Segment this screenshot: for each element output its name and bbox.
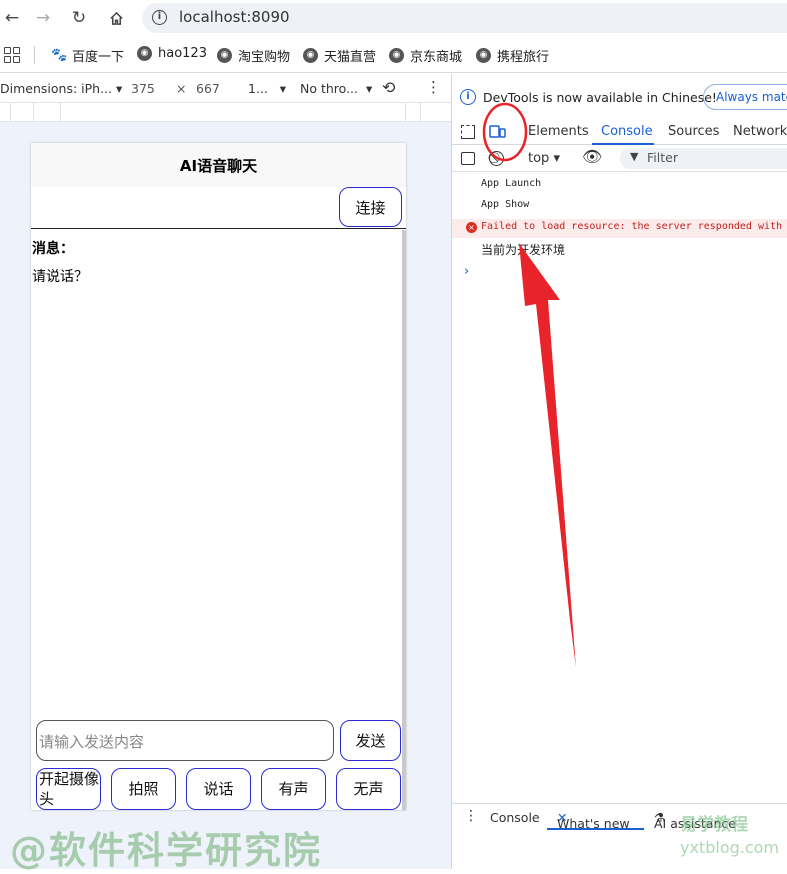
clear-console-icon[interactable]: ⃠ <box>489 151 504 166</box>
bookmark-jd[interactable]: ◉ 京东商城 <box>389 46 462 65</box>
watermark-right-url: yxtblog.com <box>680 838 780 857</box>
sound-on-button[interactable]: 有声 <box>261 768 326 810</box>
height-input[interactable]: 667 <box>196 81 220 96</box>
filter-input[interactable]: ▼ Filter <box>620 148 787 169</box>
browser-toolbar: ← → ↻ i localhost:8090 <box>0 0 787 37</box>
bookmark-tmall[interactable]: ◉ 天猫直营 <box>303 46 376 65</box>
send-button[interactable]: 发送 <box>340 720 401 761</box>
always-match-button[interactable]: Always match <box>703 84 787 110</box>
bookmark-taobao[interactable]: ◉ 淘宝购物 <box>217 46 290 65</box>
console-error: Failed to load resource: the server resp… <box>481 221 783 232</box>
drawer-tab-console[interactable]: Console <box>490 810 540 825</box>
home-icon[interactable] <box>104 6 128 30</box>
drawer-active-indicator <box>547 828 644 830</box>
sound-off-button[interactable]: 无声 <box>336 768 401 810</box>
apps-icon[interactable] <box>4 47 20 63</box>
inspect-element-icon[interactable] <box>461 125 475 139</box>
scrollbar[interactable] <box>402 230 406 810</box>
more-options-icon[interactable]: ⋮ <box>426 78 441 96</box>
drawer-tab-whats-new[interactable]: What's new ✕ <box>557 810 630 831</box>
bookmarks-bar: 🐾 百度一下 ◉ hao123 ◉ 淘宝购物 ◉ 天猫直营 ◉ 京东商城 ◉ 携… <box>0 37 787 73</box>
tab-sources[interactable]: Sources <box>668 124 719 139</box>
console-log: 当前为开发环境 <box>481 243 566 257</box>
bookmark-label: hao123 <box>158 46 207 61</box>
console-log: App Launch <box>481 178 542 189</box>
dimensions-select[interactable]: Dimensions: iPh... ▾ <box>0 81 122 96</box>
throttle-select[interactable]: No thro... ▾ <box>300 81 372 96</box>
bookmark-label: 天猫直营 <box>324 50 377 65</box>
width-input[interactable]: 375 <box>131 81 155 96</box>
device-viewport: AI语音聊天 连接 消息： 请说话？ 请输入发送内容 发送 开起摄像头 拍照 说… <box>31 143 406 810</box>
bookmark-ctrip[interactable]: ◉ 携程旅行 <box>476 46 549 65</box>
device-emulation-pane: Dimensions: iPh... ▾ 375 × 667 1... ▾ No… <box>0 74 451 869</box>
device-toolbar: Dimensions: iPh... ▾ 375 × 667 1... ▾ No… <box>0 74 451 103</box>
message-item: 请说话？ <box>32 269 88 285</box>
device-toggle-icon[interactable] <box>489 124 506 139</box>
console-prompt-icon[interactable]: › <box>464 264 469 279</box>
back-icon[interactable]: ← <box>0 6 24 30</box>
devtools-tabs: Elements Console Sources Network <box>452 117 787 145</box>
bookmark-label: 京东商城 <box>410 50 463 65</box>
globe-icon: ◉ <box>303 48 318 63</box>
connect-row: 连接 <box>31 187 406 229</box>
tab-network[interactable]: Network <box>733 124 787 139</box>
url-text[interactable]: localhost:8090 <box>179 8 290 26</box>
rotate-icon[interactable]: ⟲ <box>382 78 395 97</box>
globe-icon: ◉ <box>137 46 152 61</box>
forward-icon[interactable]: → <box>31 6 55 30</box>
console-log: App Show <box>481 199 530 210</box>
eye-icon[interactable]: 👁 <box>582 147 602 166</box>
site-info-icon[interactable]: i <box>152 10 167 25</box>
console-toolbar: ⃠ top ▾ 👁 ▼ Filter <box>452 145 787 172</box>
watermark-left: @软件科学研究院 <box>10 829 322 872</box>
bookmark-hao123[interactable]: ◉ hao123 <box>137 46 207 61</box>
bookmark-label: 淘宝购物 <box>238 50 291 65</box>
info-icon: i <box>460 89 476 105</box>
language-banner: i DevTools is now available in Chinese! … <box>452 74 787 117</box>
tab-elements[interactable]: Elements <box>528 124 589 139</box>
take-photo-button[interactable]: 拍照 <box>111 768 176 810</box>
open-camera-button[interactable]: 开起摄像头 <box>36 768 101 810</box>
context-select[interactable]: top ▾ <box>528 151 560 166</box>
devtools-panel: i DevTools is now available in Chinese! … <box>451 74 787 869</box>
bookmark-label: 百度一下 <box>72 50 125 65</box>
page-title: AI语音聊天 <box>31 143 406 187</box>
address-bar[interactable]: i localhost:8090 <box>142 3 787 33</box>
tab-console[interactable]: Console <box>601 124 653 139</box>
globe-icon: ◉ <box>217 48 232 63</box>
bookmarks-divider <box>34 46 35 64</box>
baidu-paw-icon: 🐾 <box>51 48 68 63</box>
times-icon: × <box>176 81 187 96</box>
globe-icon: ◉ <box>476 48 491 63</box>
filter-icon: ▼ <box>630 150 639 163</box>
drawer-tab-ai-assistance[interactable]: AI assistance ⚗ <box>654 810 736 831</box>
messages-label: 消息： <box>32 241 74 257</box>
sidebar-toggle-icon[interactable] <box>461 152 475 165</box>
globe-icon: ◉ <box>389 48 404 63</box>
bookmark-label: 携程旅行 <box>497 50 550 65</box>
speak-button[interactable]: 说话 <box>186 768 251 810</box>
filter-placeholder: Filter <box>647 150 678 165</box>
drawer-menu-icon[interactable]: ⋮ <box>464 808 478 824</box>
reload-icon[interactable]: ↻ <box>67 6 91 30</box>
zoom-select[interactable]: 1... ▾ <box>248 81 286 96</box>
media-query-ruler <box>0 103 451 122</box>
bookmark-baidu[interactable]: 🐾 百度一下 <box>51 46 124 65</box>
error-icon: × <box>466 222 477 233</box>
connect-button[interactable]: 连接 <box>339 187 402 227</box>
message-input[interactable]: 请输入发送内容 <box>36 720 334 761</box>
watermark-right: 易学教程 <box>680 815 748 835</box>
banner-text: DevTools is now available in Chinese! <box>483 90 717 105</box>
